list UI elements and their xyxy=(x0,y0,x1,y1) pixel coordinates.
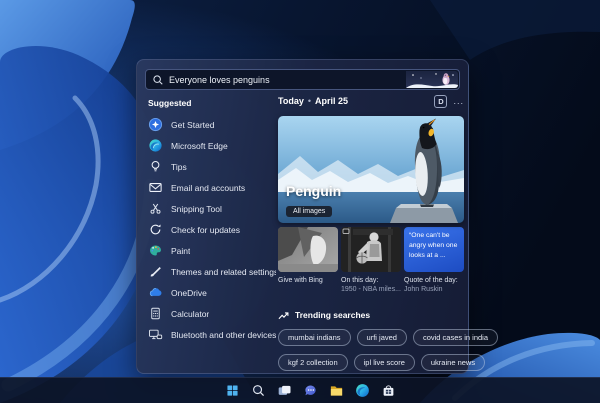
check-updates-icon xyxy=(148,222,163,237)
task-view-icon xyxy=(278,385,290,395)
onedrive-icon xyxy=(148,285,163,300)
sidebar-item-themes-settings[interactable]: Themes and related settings xyxy=(148,264,276,279)
email-icon xyxy=(148,180,163,195)
card-on-this-day[interactable]: On this day: 1950 - NBA miles... xyxy=(341,227,401,295)
sidebar-item-label: Paint xyxy=(171,245,191,256)
all-images-button[interactable]: All images xyxy=(286,206,333,217)
sidebar-item-label: Tips xyxy=(171,161,187,172)
trending-pill[interactable]: covid cases in india xyxy=(412,328,499,346)
trending-pill[interactable]: kgf 2 collection xyxy=(278,353,348,371)
card-caption: On this day: xyxy=(341,277,379,284)
trending-row-1: mumbai indians urfi javed covid cases in… xyxy=(278,328,499,346)
hero-title: Penguin xyxy=(286,183,342,199)
daily-content: Today • April 25 D ... Penguin All image… xyxy=(278,94,499,371)
more-options-icon[interactable]: ... xyxy=(453,97,464,106)
suggested-header: Suggested xyxy=(148,98,192,108)
sidebar-item-calculator[interactable]: Calculator xyxy=(148,306,276,321)
trending-searches-section: Trending searches mumbai indians urfi ja… xyxy=(278,310,499,371)
sidebar-item-paint[interactable]: Paint xyxy=(148,243,276,258)
tips-icon xyxy=(148,159,163,174)
windows-logo-icon xyxy=(226,385,238,396)
sidebar-item-label: Snipping Tool xyxy=(171,203,222,214)
card-subcaption: 1950 - NBA miles... xyxy=(341,286,401,294)
paint-icon xyxy=(148,243,163,258)
task-view-button[interactable] xyxy=(276,383,292,399)
sidebar-item-label: Microsoft Edge xyxy=(171,140,228,151)
trending-row-2: kgf 2 collection ipl live score ukraine … xyxy=(278,353,486,371)
sidebar-item-label: Get Started xyxy=(171,119,215,130)
sidebar-item-check-updates[interactable]: Check for updates xyxy=(148,222,276,237)
sidebar-item-label: Bluetooth and other devices sett... xyxy=(171,329,276,340)
give-with-bing-image xyxy=(278,227,338,272)
store-button[interactable] xyxy=(380,383,396,399)
desktop: Suggested Get Started Microsoft Edge xyxy=(0,0,600,403)
sidebar-item-email-accounts[interactable]: Email and accounts xyxy=(148,180,276,195)
chat-icon xyxy=(304,385,316,396)
sidebar-item-bluetooth-devices[interactable]: Bluetooth and other devices sett... xyxy=(148,327,276,342)
edge-button[interactable] xyxy=(354,383,370,399)
trending-pill[interactable]: ukraine news xyxy=(420,353,486,371)
card-quote-of-day[interactable]: “One can't be angry when one looks at a … xyxy=(404,227,464,295)
on-this-day-image xyxy=(341,227,401,272)
content-header: Today • April 25 D ... xyxy=(278,94,464,108)
themes-icon xyxy=(148,264,163,279)
taskbar-search-button[interactable] xyxy=(250,383,266,399)
card-give-with-bing[interactable]: Give with Bing xyxy=(278,227,338,295)
calculator-icon xyxy=(148,306,163,321)
edge-icon xyxy=(148,138,163,153)
store-icon xyxy=(383,385,393,396)
header-separator: • xyxy=(307,96,311,106)
profile-badge[interactable]: D xyxy=(434,94,448,108)
trending-pill[interactable]: mumbai indians xyxy=(278,328,351,346)
trending-icon xyxy=(278,312,289,319)
penguin-night-illustration xyxy=(406,71,458,88)
hero-card-penguin[interactable]: Penguin All images xyxy=(278,116,464,223)
sidebar-item-snipping-tool[interactable]: Snipping Tool xyxy=(148,201,276,216)
sidebar-item-get-started[interactable]: Get Started xyxy=(148,117,276,132)
edge-icon xyxy=(355,384,369,397)
sidebar-item-tips[interactable]: Tips xyxy=(148,159,276,174)
quote-text: “One can't be angry when one looks at a … xyxy=(404,227,464,272)
today-label: Today xyxy=(278,96,304,106)
sidebar-item-label: Themes and related settings xyxy=(171,266,276,277)
date-label: April 25 xyxy=(315,96,349,106)
trending-pill[interactable]: urfi javed xyxy=(356,328,407,346)
trending-header-label: Trending searches xyxy=(295,310,371,321)
search-bar[interactable] xyxy=(145,69,460,90)
start-button[interactable] xyxy=(224,383,240,399)
chat-button[interactable] xyxy=(302,383,318,399)
sidebar-item-microsoft-edge[interactable]: Microsoft Edge xyxy=(148,138,276,153)
daily-cards-row: Give with Bing On this day: 1950 - NBA m… xyxy=(278,227,464,295)
suggested-sidebar: Suggested Get Started Microsoft Edge Tip… xyxy=(148,98,276,348)
card-subcaption: John Ruskin xyxy=(404,286,443,294)
get-started-icon xyxy=(148,117,163,132)
sidebar-item-label: Calculator xyxy=(171,308,210,319)
sidebar-item-label: Email and accounts xyxy=(171,182,246,193)
trending-pill[interactable]: ipl live score xyxy=(353,353,415,371)
file-explorer-button[interactable] xyxy=(328,383,344,399)
trending-header: Trending searches xyxy=(278,310,464,321)
search-icon xyxy=(153,74,163,85)
taskbar xyxy=(0,377,600,403)
search-panel: Suggested Get Started Microsoft Edge xyxy=(136,59,499,374)
search-icon xyxy=(252,385,264,396)
snipping-tool-icon xyxy=(148,201,163,216)
card-caption: Give with Bing xyxy=(278,277,323,284)
sidebar-item-label: OneDrive xyxy=(171,287,207,298)
file-explorer-icon xyxy=(330,386,342,396)
sidebar-item-label: Check for updates xyxy=(171,224,240,235)
sidebar-item-onedrive[interactable]: OneDrive xyxy=(148,285,276,300)
card-caption: Quote of the day: xyxy=(404,277,458,284)
bluetooth-devices-icon xyxy=(148,327,163,342)
